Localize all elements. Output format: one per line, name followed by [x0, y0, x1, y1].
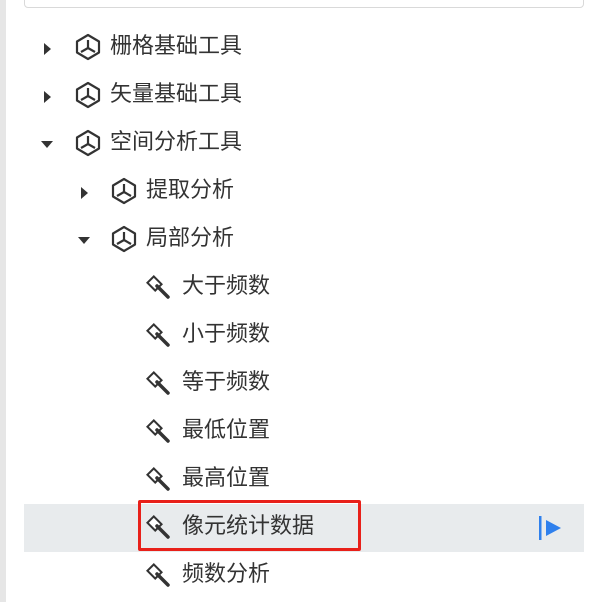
toolbox-icon: [75, 129, 101, 157]
tool-label: 最低位置: [182, 418, 271, 443]
tree-node-spatial-analysis-tools[interactable]: 空间分析工具: [24, 120, 584, 168]
toolbox-icon: [111, 177, 137, 205]
tree-node-raster-basic-tools[interactable]: 栅格基础工具: [24, 24, 584, 72]
tool-item-greater-frequency[interactable]: 大于频数: [24, 264, 584, 312]
run-bar-icon: [539, 516, 542, 540]
toolbox-icon: [75, 33, 101, 61]
tree-node-label: 空间分析工具: [110, 130, 243, 155]
hammer-icon: [146, 467, 170, 491]
tree-node-local-analysis[interactable]: 局部分析: [24, 216, 584, 264]
hammer-icon: [146, 563, 170, 587]
tool-item-highest-position[interactable]: 最高位置: [24, 456, 584, 504]
hammer-icon: [146, 419, 170, 443]
tool-label: 最高位置: [182, 466, 271, 491]
expand-caret-icon[interactable]: [44, 43, 51, 55]
expand-caret-icon[interactable]: [44, 91, 51, 103]
tool-label: 像元统计数据: [182, 514, 315, 539]
tool-label: 小于频数: [182, 322, 271, 347]
toolbox-icon: [75, 81, 101, 109]
toolbox-icon: [111, 225, 137, 253]
tree-node-label: 矢量基础工具: [110, 82, 243, 107]
panel-left-border: [0, 0, 6, 602]
tree-node-label: 栅格基础工具: [110, 34, 243, 59]
hammer-icon: [146, 275, 170, 299]
hammer-icon: [146, 323, 170, 347]
search-input[interactable]: [24, 0, 584, 8]
tool-label: 等于频数: [182, 370, 271, 395]
tool-item-frequency-analysis[interactable]: 频数分析: [24, 552, 584, 600]
tree-node-label: 局部分析: [146, 226, 235, 251]
collapse-caret-icon[interactable]: [78, 237, 90, 244]
tool-label: 频数分析: [182, 562, 271, 587]
tool-item-cell-statistics[interactable]: 像元统计数据: [24, 504, 584, 552]
hammer-icon: [146, 515, 170, 539]
tree-node-label: 提取分析: [146, 178, 235, 203]
collapse-caret-icon[interactable]: [41, 141, 53, 148]
tool-item-equal-frequency[interactable]: 等于频数: [24, 360, 584, 408]
tool-item-less-frequency[interactable]: 小于频数: [24, 312, 584, 360]
tree-node-extraction-analysis[interactable]: 提取分析: [24, 168, 584, 216]
tool-item-lowest-position[interactable]: 最低位置: [24, 408, 584, 456]
play-icon: [546, 520, 561, 536]
expand-caret-icon[interactable]: [81, 187, 88, 199]
hammer-icon: [146, 371, 170, 395]
tree-node-vector-basic-tools[interactable]: 矢量基础工具: [24, 72, 584, 120]
run-tool-button[interactable]: [536, 510, 566, 546]
tool-label: 大于频数: [182, 274, 271, 299]
